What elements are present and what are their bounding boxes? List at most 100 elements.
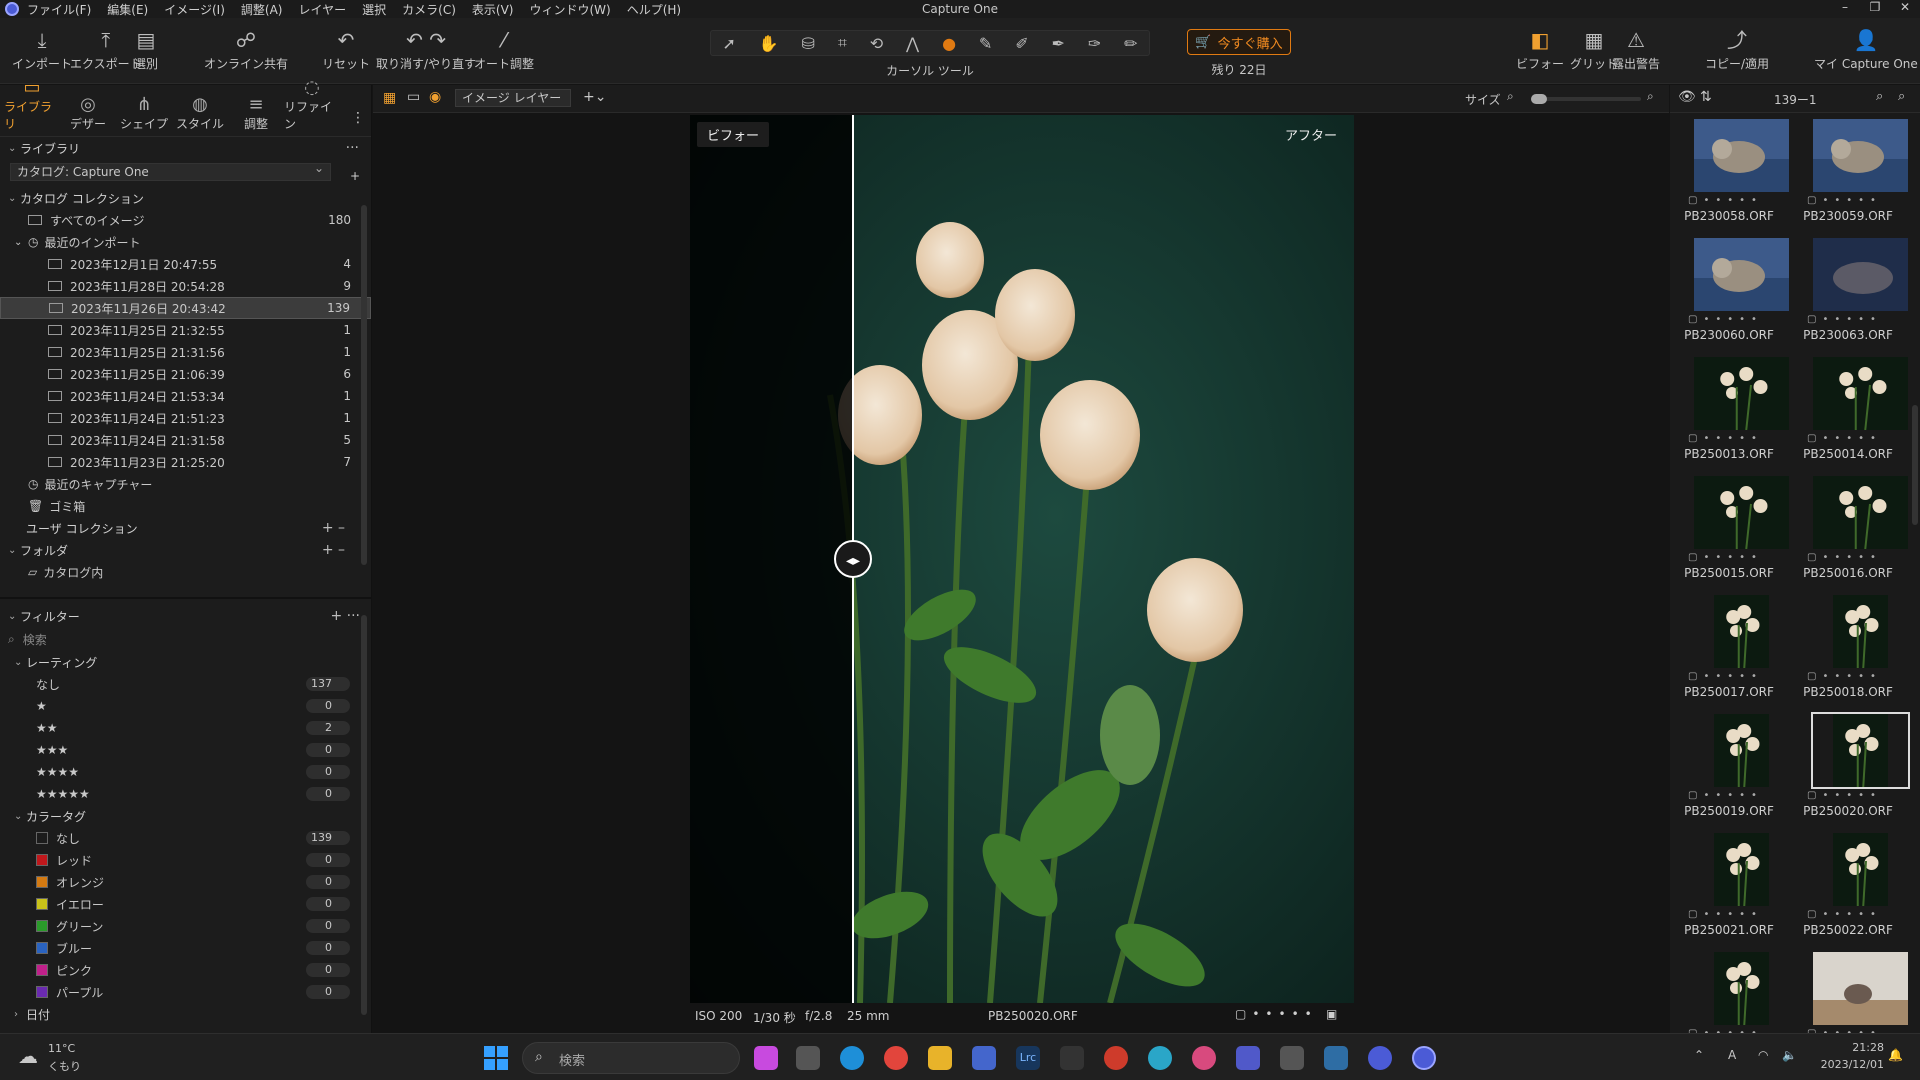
thumbnail[interactable]: ▢••••• PB250016.ORF <box>1789 476 1908 595</box>
rating-filter-item[interactable]: ★★★★ 0 <box>0 761 372 783</box>
rating-header[interactable]: ⌄ レーティング <box>0 651 372 673</box>
browser-scrollbar[interactable] <box>1912 405 1918 525</box>
add-catalog-icon[interactable]: + <box>350 165 360 187</box>
main-photo[interactable]: ◂▸ ビフォー アフター <box>690 115 1354 1003</box>
import-item[interactable]: 2023年11月23日 21:25:20 7 <box>0 451 371 473</box>
color-tag-header[interactable]: ⌄ カラータグ <box>0 805 372 827</box>
thumbnail[interactable]: ▢••••• PB250017.ORF <box>1670 595 1788 714</box>
maximize-icon[interactable]: ❐ <box>1860 0 1890 18</box>
start-icon[interactable] <box>484 1046 508 1070</box>
menu-item[interactable]: カメラ(C) <box>402 1 456 18</box>
grid-button[interactable]: ▦ グリッド <box>1570 28 1618 72</box>
thumbnail[interactable]: ▢••••• PB230059.ORF <box>1789 119 1908 238</box>
catalog-collection-header[interactable]: ⌄ カタログ コレクション <box>0 187 371 209</box>
pen-icon[interactable]: ✒ <box>1052 34 1065 53</box>
thumbnail-rating-dots[interactable]: ▢••••• <box>1807 790 1882 801</box>
undo-redo-button[interactable]: ↶ ↷ 取り消す/やり直す <box>376 28 476 72</box>
explorer-icon[interactable] <box>928 1046 952 1070</box>
auto-adjust-button[interactable]: ⁄ オート調整 <box>474 28 534 72</box>
app-icon[interactable] <box>1104 1046 1128 1070</box>
rating-filter-item[interactable]: ★★★ 0 <box>0 739 372 761</box>
zoom-out-icon[interactable]: ⌕ <box>1507 89 1514 104</box>
menu-item[interactable]: ウィンドウ(W) <box>529 1 610 18</box>
task-view-icon[interactable] <box>796 1046 820 1070</box>
thumbnail-rating-dots[interactable]: ▢••••• <box>1807 671 1882 682</box>
more-icon[interactable]: ··· <box>346 140 359 156</box>
filters-actions-icon[interactable]: + ··· <box>330 608 360 624</box>
rating-filter-item[interactable]: なし 137 <box>0 673 372 695</box>
export-button[interactable]: ⤒ エクスポート <box>70 28 142 72</box>
import-item[interactable]: 2023年11月25日 21:31:56 1 <box>0 341 371 363</box>
sort-icon[interactable]: ⇅ <box>1700 89 1712 105</box>
kindle-icon[interactable] <box>1060 1046 1084 1070</box>
filters-header[interactable]: ⌄ フィルター + ··· <box>0 605 372 627</box>
folders-header[interactable]: ⌄ フォルダ + – <box>0 539 371 561</box>
thumbnail-rating-dots[interactable]: ▢••••• <box>1688 314 1763 325</box>
rating-filter-item[interactable]: ★★ 2 <box>0 717 372 739</box>
import-item[interactable]: 2023年11月25日 21:06:39 6 <box>0 363 371 385</box>
copy-apply-button[interactable]: ⤴ コピー/適用 <box>1705 28 1769 72</box>
thumbnail-rating-dots[interactable]: ▢••••• <box>1688 552 1763 563</box>
library-section-header[interactable]: ⌄ ライブラリ ··· <box>0 137 371 159</box>
thumbnail-rating-dots[interactable]: ▢••••• <box>1688 195 1763 206</box>
menu-item[interactable]: 選択 <box>362 1 386 18</box>
menu-item[interactable]: レイヤー <box>298 1 346 18</box>
exposure-warning-button[interactable]: ⚠ 露出警告 <box>1612 28 1660 72</box>
rating-dots[interactable]: ▢••••• <box>1235 1007 1318 1021</box>
thumbnail[interactable]: ▢••••• PB230063.ORF <box>1789 238 1908 357</box>
thumbnail[interactable]: ▢••••• PB250021.ORF <box>1670 833 1788 952</box>
tool-tab[interactable]: ◍ スタイル <box>172 94 228 136</box>
spot-icon[interactable]: ● <box>942 34 956 53</box>
pan-tool-icon[interactable]: ✋ <box>759 34 779 53</box>
menu-item[interactable]: ファイル(F) <box>27 1 91 18</box>
import-item[interactable]: 2023年11月24日 21:31:58 5 <box>0 429 371 451</box>
color-filter-item[interactable]: ピンク 0 <box>0 959 372 981</box>
reset-button[interactable]: ↶ リセット <box>322 28 370 72</box>
thumbnail-rating-dots[interactable]: ▢••••• <box>1807 195 1882 206</box>
chrome-icon[interactable] <box>884 1046 908 1070</box>
color-filter-item[interactable]: パープル 0 <box>0 981 372 1003</box>
all-images-item[interactable]: すべてのイメージ 180 <box>0 209 371 231</box>
tray-chevron-icon[interactable]: ⌃ <box>1694 1048 1704 1062</box>
taskbar-search[interactable]: ⌕ 検索 <box>522 1042 740 1074</box>
crop-icon[interactable]: ⌗ <box>838 33 847 53</box>
thumbnail-rating-dots[interactable]: ▢••••• <box>1807 552 1882 563</box>
notification-icon[interactable]: 🔔 <box>1888 1048 1903 1062</box>
picker-icon[interactable]: ✏ <box>1124 34 1137 53</box>
thumbnail[interactable]: ▢••••• PB250022.ORF <box>1789 833 1907 952</box>
volume-icon[interactable]: 🔈 <box>1782 1048 1797 1062</box>
thumbnail[interactable]: ▢••••• PB250020.ORF <box>1789 712 1910 833</box>
tool-tab[interactable]: ⋔ シェイプ <box>116 94 172 136</box>
layer-select[interactable]: イメージ レイヤー <box>455 89 571 107</box>
thumbnail-rating-dots[interactable]: ▢••••• <box>1807 433 1882 444</box>
import-item[interactable]: 2023年11月26日 20:43:42 139 <box>0 297 371 319</box>
import-item[interactable]: 2023年12月1日 20:47:55 4 <box>0 253 371 275</box>
add-folder-icon[interactable]: + – <box>322 542 345 558</box>
import-item[interactable]: 2023年11月24日 21:51:23 1 <box>0 407 371 429</box>
menu-item[interactable]: 編集(E) <box>107 1 148 18</box>
zoom-in-icon[interactable]: ⌕ <box>1647 89 1654 104</box>
import-item[interactable]: 2023年11月24日 21:53:34 1 <box>0 385 371 407</box>
add-collection-icon[interactable]: + – <box>322 520 345 536</box>
more-vertical-icon[interactable]: ⋮ <box>351 110 365 136</box>
thumbnail[interactable]: ▢••••• PB250013.ORF <box>1670 357 1789 476</box>
in-catalog-item[interactable]: ▱ カタログ内 <box>0 561 371 583</box>
menu-item[interactable]: イメージ(I) <box>164 1 225 18</box>
share-button[interactable]: ☍ オンライン共有 <box>204 28 288 72</box>
import-item[interactable]: 2023年11月28日 20:54:28 9 <box>0 275 371 297</box>
add-layer-icon[interactable]: +⌄ <box>583 89 606 105</box>
tool-tab[interactable]: ◎ デザー <box>60 94 116 136</box>
weather-icon[interactable]: ☁ <box>18 1044 38 1068</box>
color-filter-item[interactable]: イエロー 0 <box>0 893 372 915</box>
close-icon[interactable]: ✕ <box>1890 0 1920 18</box>
rating-filter-item[interactable]: ★ 0 <box>0 695 372 717</box>
select-tool-icon[interactable]: ➚ <box>722 34 735 53</box>
teams-icon[interactable] <box>1236 1046 1260 1070</box>
eye-icon[interactable]: 👁 <box>1678 89 1696 105</box>
store-icon[interactable] <box>972 1046 996 1070</box>
zoom-icon[interactable]: ⌕ <box>1876 89 1883 104</box>
crop-stack-icon[interactable]: ⛁ <box>802 34 815 53</box>
color-filter-item[interactable]: オレンジ 0 <box>0 871 372 893</box>
thumbnail-rating-dots[interactable]: ▢••••• <box>1688 433 1763 444</box>
menu-item[interactable]: 調整(A) <box>241 1 283 18</box>
